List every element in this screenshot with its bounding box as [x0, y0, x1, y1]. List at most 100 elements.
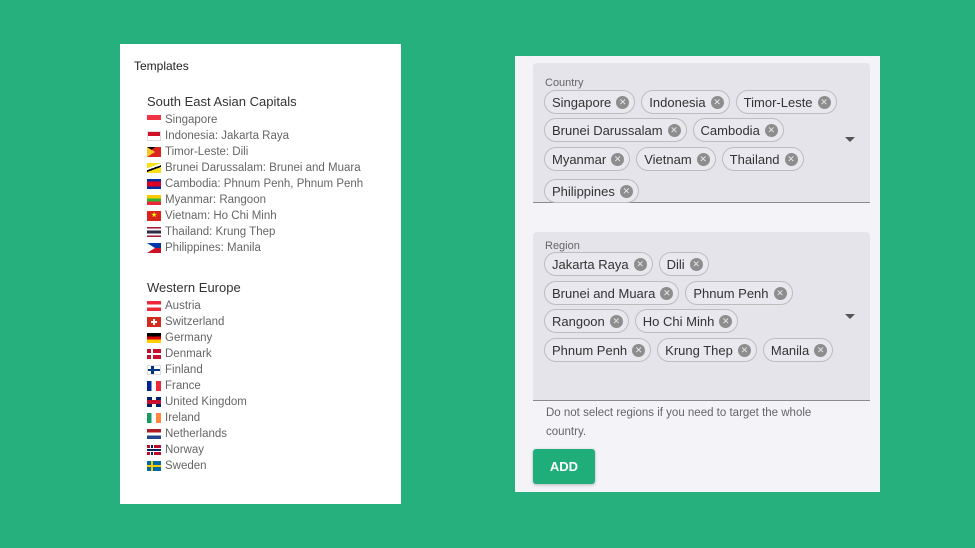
- template-item[interactable]: Austria: [147, 298, 247, 314]
- flag-ph-icon: [147, 243, 161, 253]
- country-chip[interactable]: Myanmar ✕: [544, 147, 631, 171]
- remove-chip-icon[interactable]: ✕: [632, 343, 646, 357]
- region-label: Region: [545, 240, 580, 252]
- template-group: Western Europe Austria Switzerland Germany D…: [147, 280, 247, 474]
- region-chip[interactable]: Brunei and Muara ✕: [544, 281, 680, 305]
- flag-nl-icon: [147, 429, 161, 439]
- template-item[interactable]: Timor-Leste: Dili: [147, 144, 363, 160]
- template-item[interactable]: Denmark: [147, 346, 247, 362]
- remove-chip-icon[interactable]: ✕: [814, 343, 828, 357]
- remove-chip-icon[interactable]: ✕: [619, 184, 633, 198]
- remove-chip-icon[interactable]: ✕: [764, 123, 778, 137]
- template-item[interactable]: Switzerland: [147, 314, 247, 330]
- remove-chip-icon[interactable]: ✕: [719, 314, 733, 328]
- template-item[interactable]: Singapore: [147, 112, 363, 128]
- remove-chip-icon[interactable]: ✕: [696, 152, 710, 166]
- region-dropdown-arrow-icon[interactable]: [845, 314, 855, 319]
- template-item[interactable]: Brunei Darussalam: Brunei and Muara: [147, 160, 363, 176]
- region-chip-row: Jakarta Raya ✕ Dili ✕: [544, 252, 709, 276]
- country-chip-label: Singapore: [552, 94, 612, 110]
- template-item-label: France: [165, 380, 201, 392]
- remove-chip-icon[interactable]: ✕: [667, 123, 681, 137]
- region-chip-label: Manila: [770, 342, 810, 358]
- flag-id-icon: [147, 131, 161, 141]
- flag-ch-icon: [147, 317, 161, 327]
- flag-se-icon: [147, 461, 161, 471]
- flag-sg-icon: [147, 115, 161, 125]
- flag-at-icon: [147, 301, 161, 311]
- country-chip[interactable]: Timor-Leste ✕: [735, 90, 837, 114]
- location-form: Country Singapore ✕ Indonesia ✕ Timor-Leste ✕…: [515, 56, 880, 492]
- template-item-label: Denmark: [165, 348, 212, 360]
- add-button[interactable]: ADD: [533, 449, 595, 484]
- region-chip-label: Ho Chi Minh: [642, 313, 715, 329]
- remove-chip-icon[interactable]: ✕: [773, 286, 787, 300]
- region-chip[interactable]: Krung Thep ✕: [657, 338, 757, 362]
- remove-chip-icon[interactable]: ✕: [611, 152, 625, 166]
- template-item[interactable]: United Kingdom: [147, 394, 247, 410]
- remove-chip-icon[interactable]: ✕: [710, 95, 724, 109]
- country-chip-label: Thailand: [729, 151, 780, 167]
- template-item[interactable]: Germany: [147, 330, 247, 346]
- template-item-label: United Kingdom: [165, 396, 247, 408]
- flag-no-icon: [147, 445, 161, 455]
- flag-vn-icon: [147, 211, 161, 221]
- flag-kh-icon: [147, 179, 161, 189]
- template-item-label: Philippines: Manila: [165, 242, 261, 254]
- region-select[interactable]: Region Jakarta Raya ✕ Dili ✕ Brunei and Muar…: [533, 232, 870, 401]
- country-chip[interactable]: Indonesia ✕: [641, 90, 730, 114]
- country-chip-row: Myanmar ✕ Vietnam ✕ Thailand ✕: [544, 147, 804, 171]
- template-item[interactable]: Netherlands: [147, 426, 247, 442]
- template-group-title: South East Asian Capitals: [147, 94, 297, 109]
- country-chip[interactable]: Brunei Darussalam ✕: [544, 118, 687, 142]
- template-item[interactable]: Sweden: [147, 458, 247, 474]
- remove-chip-icon[interactable]: ✕: [689, 257, 703, 271]
- template-item-label: Timor-Leste: Dili: [165, 146, 249, 158]
- remove-chip-icon[interactable]: ✕: [817, 95, 831, 109]
- remove-chip-icon[interactable]: ✕: [660, 286, 674, 300]
- country-chip[interactable]: Philippines ✕: [544, 179, 639, 203]
- template-item[interactable]: Cambodia: Phnum Penh, Phnum Penh: [147, 176, 363, 192]
- country-select[interactable]: Country Singapore ✕ Indonesia ✕ Timor-Leste ✕…: [533, 63, 870, 203]
- country-chip-label: Brunei Darussalam: [552, 122, 663, 138]
- region-chip[interactable]: Ho Chi Minh ✕: [634, 309, 739, 333]
- remove-chip-icon[interactable]: ✕: [633, 257, 647, 271]
- country-chip[interactable]: Cambodia ✕: [692, 118, 784, 142]
- remove-chip-icon[interactable]: ✕: [784, 152, 798, 166]
- template-item-label: Vietnam: Ho Chi Minh: [165, 210, 277, 222]
- template-item[interactable]: Myanmar: Rangoon: [147, 192, 363, 208]
- template-item[interactable]: France: [147, 378, 247, 394]
- template-item[interactable]: Indonesia: Jakarta Raya: [147, 128, 363, 144]
- template-item-label: Ireland: [165, 412, 201, 424]
- template-item-label: Cambodia: Phnum Penh, Phnum Penh: [165, 178, 364, 190]
- country-chip[interactable]: Vietnam ✕: [636, 147, 716, 171]
- template-item[interactable]: Ireland: [147, 410, 247, 426]
- country-chip-label: Vietnam: [644, 151, 692, 167]
- remove-chip-icon[interactable]: ✕: [616, 95, 630, 109]
- region-chip-label: Phnum Penh: [552, 342, 628, 358]
- region-chip[interactable]: Manila ✕: [762, 338, 834, 362]
- template-item[interactable]: Thailand: Krung Thep: [147, 224, 363, 240]
- template-item-label: Netherlands: [165, 428, 228, 440]
- template-item-label: Finland: [165, 364, 203, 376]
- template-item[interactable]: Finland: [147, 362, 247, 378]
- template-item-label: Indonesia: Jakarta Raya: [165, 130, 290, 142]
- country-chip[interactable]: Singapore ✕: [544, 90, 636, 114]
- remove-chip-icon[interactable]: ✕: [609, 314, 623, 328]
- flag-gb-icon: [147, 397, 161, 407]
- region-chip[interactable]: Phnum Penh ✕: [685, 281, 793, 305]
- template-item[interactable]: Norway: [147, 442, 247, 458]
- template-item[interactable]: Vietnam: Ho Chi Minh: [147, 208, 363, 224]
- template-item-label: Thailand: Krung Thep: [165, 226, 276, 238]
- region-chip[interactable]: Dili ✕: [658, 252, 709, 276]
- country-chip[interactable]: Thailand ✕: [721, 147, 804, 171]
- region-chip[interactable]: Rangoon ✕: [544, 309, 629, 333]
- country-dropdown-arrow-icon[interactable]: [845, 137, 855, 142]
- country-label: Country: [545, 77, 584, 89]
- template-item[interactable]: Philippines: Manila: [147, 240, 363, 256]
- flag-de-icon: [147, 333, 161, 343]
- remove-chip-icon[interactable]: ✕: [737, 343, 751, 357]
- flag-fi-icon: [147, 365, 161, 375]
- region-chip[interactable]: Jakarta Raya ✕: [544, 252, 653, 276]
- region-chip[interactable]: Phnum Penh ✕: [544, 338, 652, 362]
